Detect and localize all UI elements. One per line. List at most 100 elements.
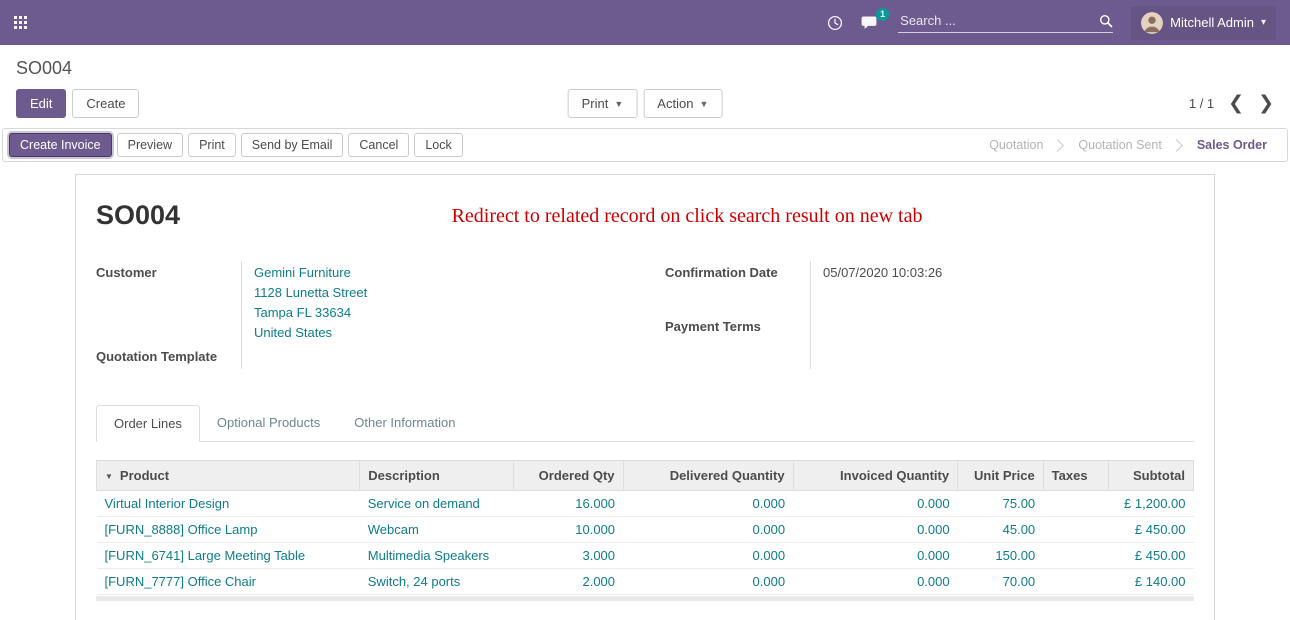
send-by-email-button[interactable]: Send by Email — [241, 133, 344, 157]
cell-unit-price: 70.00 — [958, 568, 1044, 594]
cell-taxes — [1043, 542, 1109, 568]
table-row[interactable]: Virtual Interior Design Service on deman… — [97, 490, 1194, 516]
customer-name-link[interactable]: Gemini Furniture — [254, 263, 625, 283]
col-header-ordered-qty[interactable]: Ordered Qty — [513, 460, 623, 490]
messages-badge: 1 — [876, 8, 889, 21]
confirmation-date-value: 05/07/2020 10:03:26 — [810, 261, 1194, 315]
col-header-delivered-quantity[interactable]: Delivered Quantity — [623, 460, 793, 490]
lock-button[interactable]: Lock — [414, 133, 462, 157]
apps-menu-icon[interactable] — [14, 16, 27, 29]
notebook-tabs: Order Lines Optional Products Other Info… — [96, 405, 1194, 442]
quotation-template-value — [241, 345, 625, 369]
cell-description[interactable]: Service on demand — [360, 490, 514, 516]
action-label: Action — [657, 96, 693, 111]
cell-delivered-qty: 0.000 — [623, 542, 793, 568]
cell-taxes — [1043, 568, 1109, 594]
cell-product[interactable]: Virtual Interior Design — [97, 490, 360, 516]
create-invoice-button[interactable]: Create Invoice — [9, 133, 112, 157]
cell-description[interactable]: Webcam — [360, 516, 514, 542]
confirmation-date-label: Confirmation Date — [665, 261, 810, 315]
cancel-button[interactable]: Cancel — [348, 133, 409, 157]
stage-sales-order[interactable]: Sales Order — [1191, 138, 1273, 152]
cell-ordered-qty: 3.000 — [513, 542, 623, 568]
table-row[interactable]: [FURN_6741] Large Meeting Table Multimed… — [97, 542, 1194, 568]
col-header-invoiced-quantity[interactable]: Invoiced Quantity — [793, 460, 958, 490]
tab-optional-products[interactable]: Optional Products — [200, 405, 337, 442]
col-header-product[interactable]: ▼Product — [97, 460, 360, 490]
chevron-down-icon: ▼ — [699, 99, 708, 109]
cell-taxes — [1043, 490, 1109, 516]
order-lines-table: ▼Product Description Ordered Qty Deliver… — [96, 460, 1194, 595]
col-header-unit-price[interactable]: Unit Price — [958, 460, 1044, 490]
edit-button[interactable]: Edit — [16, 89, 66, 118]
avatar — [1141, 12, 1163, 34]
cell-delivered-qty: 0.000 — [623, 516, 793, 542]
chevron-down-icon: ▾ — [1261, 17, 1266, 28]
customer-label: Customer — [96, 261, 241, 345]
customer-city-link[interactable]: Tampa FL 33634 — [254, 303, 625, 323]
cell-subtotal: £ 1,200.00 — [1109, 490, 1194, 516]
cell-unit-price: 75.00 — [958, 490, 1044, 516]
print-dropdown[interactable]: Print ▼ — [568, 89, 638, 118]
table-scrollbar[interactable] — [96, 596, 1194, 601]
annotation-text: Redirect to related record on click sear… — [180, 201, 1194, 228]
breadcrumb: SO004 — [16, 58, 72, 78]
topbar-search — [898, 12, 1113, 33]
cell-description[interactable]: Multimedia Speakers — [360, 542, 514, 568]
user-name: Mitchell Admin — [1170, 15, 1254, 30]
payment-terms-label: Payment Terms — [665, 315, 810, 369]
cell-invoiced-qty: 0.000 — [793, 490, 958, 516]
create-button[interactable]: Create — [72, 89, 139, 118]
statusbar: Create Invoice Preview Print Send by Ema… — [2, 128, 1288, 162]
customer-street-link[interactable]: 1128 Lunetta Street — [254, 283, 625, 303]
top-navbar: 1 Mitchell Admin ▾ — [0, 0, 1290, 45]
activities-clock-icon[interactable] — [827, 15, 843, 31]
search-input[interactable] — [898, 12, 1099, 29]
pager-value[interactable]: 1 / 1 — [1189, 96, 1214, 111]
cell-product[interactable]: [FURN_7777] Office Chair — [97, 568, 360, 594]
form-sheet: SO004 Redirect to related record on clic… — [75, 174, 1215, 620]
field-group-left: Customer Gemini Furniture 1128 Lunetta S… — [96, 261, 625, 369]
table-row[interactable]: [FURN_7777] Office Chair Switch, 24 port… — [97, 568, 1194, 594]
search-icon[interactable] — [1099, 14, 1113, 28]
chevron-down-icon: ▼ — [614, 99, 623, 109]
cell-invoiced-qty: 0.000 — [793, 516, 958, 542]
action-dropdown[interactable]: Action ▼ — [643, 89, 722, 118]
messages-icon[interactable]: 1 — [861, 15, 880, 31]
print-label: Print — [582, 96, 609, 111]
tab-other-information[interactable]: Other Information — [337, 405, 472, 442]
col-header-taxes[interactable]: Taxes — [1043, 460, 1109, 490]
cell-product[interactable]: [FURN_6741] Large Meeting Table — [97, 542, 360, 568]
user-menu[interactable]: Mitchell Admin ▾ — [1131, 6, 1276, 40]
col-header-subtotal[interactable]: Subtotal — [1109, 460, 1194, 490]
cell-ordered-qty: 10.000 — [513, 516, 623, 542]
customer-country-link[interactable]: United States — [254, 323, 625, 343]
stage-quotation-sent[interactable]: Quotation Sent — [1072, 138, 1167, 152]
payment-terms-value — [810, 315, 1194, 369]
stage-separator-icon — [1052, 139, 1065, 152]
col-header-description[interactable]: Description — [360, 460, 514, 490]
cell-unit-price: 150.00 — [958, 542, 1044, 568]
customer-value: Gemini Furniture 1128 Lunetta Street Tam… — [241, 261, 625, 345]
record-title: SO004 — [96, 201, 180, 231]
cell-unit-price: 45.00 — [958, 516, 1044, 542]
cell-product[interactable]: [FURN_8888] Office Lamp — [97, 516, 360, 542]
cell-subtotal: £ 450.00 — [1109, 516, 1194, 542]
cell-ordered-qty: 16.000 — [513, 490, 623, 516]
pager-previous-icon[interactable]: ❮ — [1228, 94, 1244, 113]
sort-caret-icon: ▼ — [105, 472, 113, 481]
quotation-template-label: Quotation Template — [96, 345, 241, 369]
cell-taxes — [1043, 516, 1109, 542]
stage-quotation[interactable]: Quotation — [983, 138, 1049, 152]
pager-next-icon[interactable]: ❯ — [1258, 94, 1274, 113]
table-row[interactable]: [FURN_8888] Office Lamp Webcam 10.000 0.… — [97, 516, 1194, 542]
cell-invoiced-qty: 0.000 — [793, 568, 958, 594]
tab-order-lines[interactable]: Order Lines — [96, 405, 200, 442]
field-group-right: Confirmation Date 05/07/2020 10:03:26 Pa… — [665, 261, 1194, 369]
stage-separator-icon — [1170, 139, 1183, 152]
print-button[interactable]: Print — [188, 133, 236, 157]
cell-ordered-qty: 2.000 — [513, 568, 623, 594]
cell-description[interactable]: Switch, 24 ports — [360, 568, 514, 594]
cell-invoiced-qty: 0.000 — [793, 542, 958, 568]
preview-button[interactable]: Preview — [117, 133, 183, 157]
